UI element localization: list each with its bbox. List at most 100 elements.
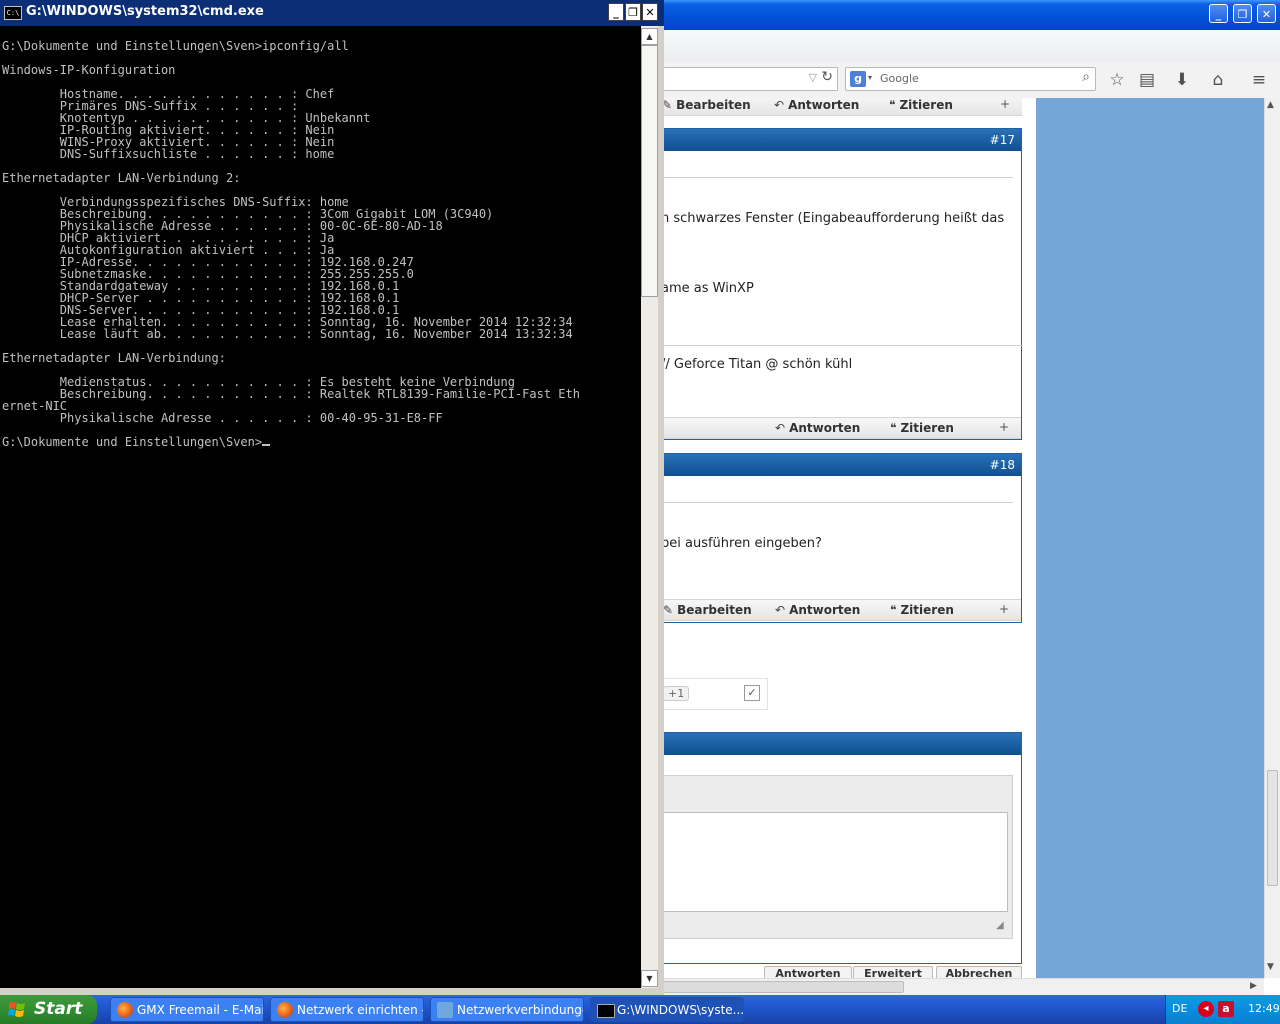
resize-grip-icon[interactable]: ◢: [996, 920, 1004, 931]
firefox-title-bar[interactable]: _ ❐ ✕: [660, 0, 1280, 30]
search-placeholder: Google: [880, 72, 919, 85]
submit-reply-button[interactable]: Antworten: [764, 966, 852, 978]
tray-app-icon[interactable]: ◂: [1198, 1001, 1214, 1017]
multiquote-button[interactable]: +: [999, 420, 1009, 434]
signature-divider: [661, 345, 1023, 346]
firefox-horizontal-scrollbar[interactable]: ▶: [660, 978, 1264, 995]
taskbar-item-cmd[interactable]: G:\WINDOWS\syste...: [590, 997, 744, 1022]
firefox-vertical-scrollbar[interactable]: ▲ ▼: [1264, 98, 1280, 978]
quote-button[interactable]: ❝ Zitieren: [890, 603, 954, 617]
edit-icon: ✎: [663, 603, 674, 617]
taskbar-item-gmx[interactable]: GMX Freemail - E-Mail...: [110, 997, 264, 1022]
quote-label: Zitieren: [900, 603, 954, 617]
antivirus-tray-icon[interactable]: a: [1218, 1001, 1234, 1017]
taskbar-item-netzwerkverbindungen[interactable]: Netzwerkverbindungen: [430, 997, 584, 1022]
network-connections-icon: [437, 1002, 453, 1018]
taskbar-item-netzwerk-einrichten[interactable]: Netzwerk einrichten -...: [270, 997, 424, 1022]
minimize-button[interactable]: _: [608, 3, 624, 21]
firefox-window: _ ❐ ✕ ▽ ↻ g ▾ Google ⌕ ☆ ▤ ⬇ ⌂ ≡ ✎ Bearbe…: [660, 0, 1280, 995]
firefox-icon: [117, 1002, 133, 1018]
console-line: Beschreibung. . . . . . . . . . . : Real…: [2, 387, 580, 401]
reload-icon[interactable]: ↻: [821, 69, 833, 85]
firefox-icon: [277, 1002, 293, 1018]
home-icon[interactable]: ⌂: [1207, 69, 1229, 91]
search-icon[interactable]: ⌕: [1082, 69, 1090, 85]
start-button[interactable]: Start: [0, 995, 97, 1024]
post-divider: [661, 177, 1013, 178]
firefox-close-button[interactable]: ✕: [1257, 4, 1276, 23]
console-line: DNS-Suffixsuchliste . . . . . . : home: [2, 147, 335, 161]
scroll-down-icon[interactable]: ▼: [1267, 962, 1274, 972]
edit-button[interactable]: ✎ Bearbeiten: [663, 603, 752, 617]
google-engine-icon[interactable]: g: [850, 71, 866, 87]
reply-textarea[interactable]: [662, 812, 1008, 912]
cmd-app-icon[interactable]: C:\: [4, 6, 22, 20]
console-output[interactable]: G:\Dokumente und Einstellungen\Sven>ipco…: [0, 26, 641, 988]
cancel-button[interactable]: Abbrechen: [936, 966, 1022, 978]
post-17: #17 n schwarzes Fenster (Eingabeaufforde…: [660, 128, 1023, 440]
window-title: G:\WINDOWS\system32\cmd.exe: [26, 4, 264, 19]
quote-label: Zitieren: [900, 421, 954, 435]
scrollbar-thumb[interactable]: [660, 981, 904, 993]
edit-button[interactable]: ✎ Bearbeiten: [662, 98, 751, 112]
cmd-vertical-scrollbar[interactable]: ▲ ▼: [641, 26, 658, 988]
share-box: +1 ✓: [660, 678, 768, 710]
scroll-down-arrow[interactable]: ▼: [641, 970, 658, 987]
edit-label: Bearbeiten: [677, 603, 752, 617]
scroll-right-icon[interactable]: ▶: [1250, 981, 1257, 991]
scroll-up-arrow[interactable]: ▲: [641, 28, 658, 45]
quick-reply-box: ◢: [660, 732, 1022, 964]
firefox-nav-bar: ▽ ↻ g ▾ Google ⌕ ☆ ▤ ⬇ ⌂ ≡: [660, 62, 1280, 99]
text-cursor: [262, 444, 271, 446]
url-history-dropdown-icon[interactable]: ▽: [809, 71, 817, 84]
advanced-button[interactable]: Erweitert: [853, 966, 933, 978]
firefox-maximize-button[interactable]: ❐: [1233, 4, 1252, 23]
reply-button[interactable]: ↶ Antworten: [775, 603, 860, 617]
console-line: Physikalische Adresse . . . . . . : 00-4…: [2, 411, 443, 425]
quote-button[interactable]: ❝ Zitieren: [890, 421, 954, 435]
reply-button[interactable]: ↶ Antworten: [775, 421, 860, 435]
checkbox-icon[interactable]: ✓: [744, 685, 760, 701]
post-divider: [661, 502, 1013, 503]
task-label: Netzwerk einrichten -...: [297, 1003, 424, 1017]
reply-label: Antworten: [788, 98, 860, 112]
multiquote-button[interactable]: +: [1000, 98, 1010, 111]
downloads-icon[interactable]: ⬇: [1171, 69, 1193, 91]
search-input[interactable]: g ▾ Google ⌕: [845, 67, 1096, 91]
firefox-tab-strip: [660, 30, 1280, 62]
command-prompt: G:\Dokumente und Einstellungen\Sven>: [2, 436, 271, 448]
engine-dropdown-icon[interactable]: ▾: [868, 73, 872, 82]
close-button[interactable]: ✕: [642, 3, 658, 21]
reply-button[interactable]: ↶ Antworten: [774, 98, 859, 112]
reply-label: Antworten: [789, 603, 861, 617]
page-sidebar-background: [1036, 98, 1264, 978]
reading-list-icon[interactable]: ▤: [1136, 69, 1158, 91]
firefox-minimize-button[interactable]: _: [1209, 4, 1228, 23]
maximize-button[interactable]: ❐: [625, 3, 641, 21]
scrollbar-thumb[interactable]: [641, 45, 658, 297]
scroll-up-icon[interactable]: ▲: [1267, 100, 1274, 110]
url-bar[interactable]: ▽ ↻: [660, 67, 838, 91]
quote-button[interactable]: ❝ Zitieren: [889, 98, 953, 112]
language-indicator[interactable]: DE: [1172, 1002, 1187, 1015]
post-text-line: n schwarzes Fenster (Eingabeaufforderung…: [661, 211, 1005, 226]
cmd-title-bar[interactable]: C:\ G:\WINDOWS\system32\cmd.exe _ ❐ ✕: [0, 0, 664, 26]
bookmark-star-icon[interactable]: ☆: [1106, 69, 1128, 91]
quote-icon: ❝: [889, 98, 896, 112]
console-line: Lease läuft ab. . . . . . . . . . : Sonn…: [2, 327, 573, 341]
menu-icon[interactable]: ≡: [1248, 69, 1270, 91]
multiquote-button[interactable]: +: [999, 602, 1009, 616]
clock[interactable]: 12:49: [1248, 1002, 1280, 1015]
quote-icon: ❝: [890, 603, 897, 617]
reply-icon: ↶: [774, 98, 785, 112]
quick-reply-header: [661, 733, 1021, 755]
post-number[interactable]: #17: [661, 129, 1021, 151]
scrollbar-thumb[interactable]: [1267, 770, 1278, 886]
task-label: GMX Freemail - E-Mail...: [137, 1003, 263, 1017]
post-number[interactable]: #18: [661, 454, 1021, 476]
editor-frame: ◢: [661, 775, 1013, 939]
edit-label: Bearbeiten: [676, 98, 751, 112]
system-tray: DE ◂ a 12:49: [1165, 995, 1280, 1024]
gplus-button[interactable]: +1: [663, 686, 690, 701]
quote-label: Zitieren: [899, 98, 953, 112]
